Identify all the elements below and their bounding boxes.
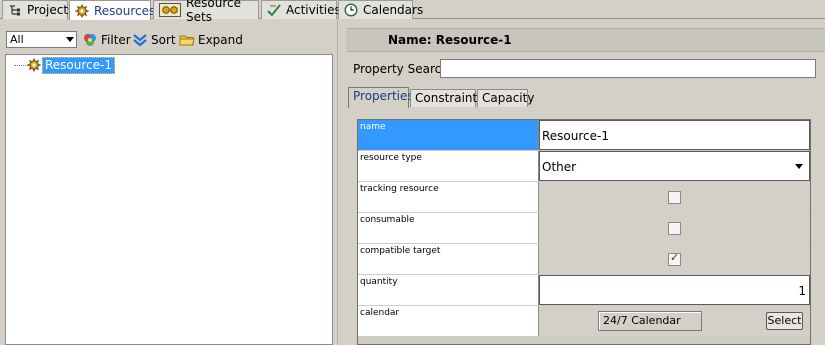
resource-type-value: Other <box>542 160 577 174</box>
property-row-consumable: consumable <box>358 213 810 243</box>
project-tree-icon <box>8 3 22 17</box>
tab-calendars[interactable]: Calendars <box>338 0 423 19</box>
property-row-compatible-target: compatible target ✓ <box>358 244 810 274</box>
property-row-quantity: quantity 1 <box>358 275 810 305</box>
resource-toolbar: All Filter Sort Expand <box>0 28 337 50</box>
compatible-target-cell: ✓ <box>539 244 810 274</box>
property-name-cell[interactable]: name <box>358 120 539 150</box>
folder-icon <box>179 32 195 48</box>
tab-constraints-label: Constraints <box>415 91 484 105</box>
tab-properties-label: Properties <box>353 89 414 103</box>
tab-activities[interactable]: Activities <box>261 0 341 19</box>
name-value: Resource-1 <box>542 129 609 143</box>
consumable-checkbox[interactable] <box>668 222 681 235</box>
tab-resources-label: Resources <box>94 3 156 18</box>
consumable-cell <box>539 213 810 243</box>
quantity-value: 1 <box>798 284 806 298</box>
filter-icon <box>82 32 98 48</box>
property-name-cell[interactable]: tracking resource <box>358 182 539 212</box>
sort-icon <box>132 32 148 48</box>
resource-tree[interactable]: Resource-1 <box>5 54 333 345</box>
expand-label: Expand <box>198 32 243 47</box>
tab-calendars-label: Calendars <box>363 3 424 17</box>
calendar-value-box: 24/7 Calendar <box>598 311 702 331</box>
property-name-cell[interactable]: quantity <box>358 275 539 305</box>
tab-activities-label: Activities <box>286 3 341 17</box>
calendar-select-button[interactable]: Select <box>766 312 803 330</box>
expand-button[interactable]: Expand <box>179 31 243 48</box>
name-field[interactable]: Resource-1 <box>539 120 810 150</box>
resource-set-icon <box>159 3 181 17</box>
property-search-input[interactable] <box>440 59 816 78</box>
property-row-name: name Resource-1 <box>358 120 810 150</box>
filter-button[interactable]: Filter <box>82 31 131 48</box>
resource-detail-panel: Name: Resource-1 Property Search: Proper… <box>346 20 825 345</box>
tree-item-resource-1[interactable]: Resource-1 <box>26 56 115 74</box>
tab-projects-label: Projects <box>27 3 75 17</box>
resource-type-select[interactable]: Other <box>539 151 810 181</box>
property-row-tracking-resource: tracking resource <box>358 182 810 212</box>
tab-resources[interactable]: Resources <box>69 0 155 20</box>
property-name-cell[interactable]: calendar <box>358 306 539 336</box>
chevron-down-icon <box>66 37 74 42</box>
panel-splitter[interactable] <box>337 20 346 345</box>
sort-label: Sort <box>151 32 176 47</box>
gear-resource-icon <box>26 57 42 73</box>
tab-constraints[interactable]: Constraints <box>410 89 483 107</box>
resource-browser-panel: All Filter Sort Expand Resource-1 <box>0 20 337 345</box>
page-title: Name: Resource-1 <box>388 33 512 47</box>
sort-button[interactable]: Sort <box>132 31 176 48</box>
calendar-cell: 24/7 Calendar Select <box>539 306 810 336</box>
tab-resource-sets[interactable]: Resource Sets <box>153 0 259 24</box>
tab-capacity[interactable]: Capacity <box>477 89 534 107</box>
property-table: name Resource-1 resource type Other trac… <box>357 119 811 345</box>
detail-header: Name: Resource-1 <box>346 28 825 52</box>
property-row-calendar: calendar 24/7 Calendar Select <box>358 306 810 336</box>
property-search-label: Property Search: <box>353 62 453 76</box>
filter-label: Filter <box>101 32 131 47</box>
property-row-resource-type: resource type Other <box>358 151 810 181</box>
tracking-resource-checkbox[interactable] <box>668 191 681 204</box>
compatible-target-checkbox[interactable]: ✓ <box>668 251 681 266</box>
quantity-field[interactable]: 1 <box>539 275 810 305</box>
property-name-cell[interactable]: resource type <box>358 151 539 181</box>
main-tab-bar: Projects Resources Resource Sets Activit… <box>0 0 825 24</box>
tab-capacity-label: Capacity <box>482 91 535 105</box>
activity-check-icon <box>267 3 281 17</box>
tracking-resource-cell <box>539 182 810 212</box>
property-name-cell[interactable]: compatible target <box>358 244 539 274</box>
filter-scope-value: All <box>10 33 24 46</box>
tab-properties[interactable]: Properties <box>348 87 414 108</box>
detail-tabs: Properties Constraints Capacity <box>348 87 825 108</box>
chevron-down-icon <box>795 164 803 169</box>
tab-projects[interactable]: Projects <box>2 0 74 19</box>
filter-scope-combo[interactable]: All <box>6 31 77 48</box>
checkmark-icon: ✓ <box>670 251 680 264</box>
tree-item-label: Resource-1 <box>42 56 115 74</box>
gear-resource-icon <box>75 4 89 18</box>
clock-icon <box>344 3 358 17</box>
property-name-cell[interactable]: consumable <box>358 213 539 243</box>
